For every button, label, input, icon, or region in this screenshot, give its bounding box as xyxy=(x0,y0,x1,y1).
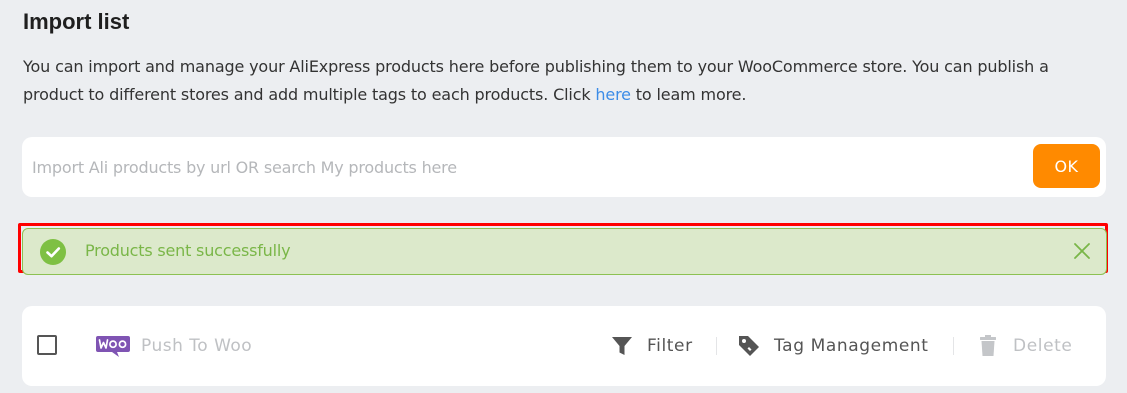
alert-message: Products sent successfully xyxy=(85,241,291,260)
delete-button[interactable]: Delete xyxy=(978,332,1072,360)
search-bar: OK xyxy=(22,137,1106,197)
tag-icon xyxy=(739,336,759,356)
push-to-woo-label: Push To Woo xyxy=(141,336,253,356)
filter-button[interactable]: Filter xyxy=(611,332,693,360)
delete-label: Delete xyxy=(1013,336,1073,356)
description-text-end: to leam more. xyxy=(630,85,747,104)
close-icon[interactable] xyxy=(1073,242,1091,260)
bulk-actions-toolbar: Push To Woo Filter Tag Management Delete xyxy=(22,306,1106,386)
page-description: You can import and manage your AliExpres… xyxy=(23,53,1113,109)
tag-management-label: Tag Management xyxy=(774,336,929,356)
woo-logo-icon xyxy=(96,336,130,357)
trash-icon xyxy=(980,335,996,356)
description-text: You can import and manage your AliExpres… xyxy=(23,57,1049,104)
toolbar-divider xyxy=(953,337,954,355)
search-input[interactable] xyxy=(30,147,1024,187)
push-to-woo-button[interactable]: Push To Woo xyxy=(95,332,252,360)
funnel-icon xyxy=(612,337,632,355)
filter-label: Filter xyxy=(647,336,693,356)
select-all-checkbox[interactable] xyxy=(37,335,57,355)
page-title: Import list xyxy=(23,9,130,34)
toolbar-divider xyxy=(716,337,717,355)
tag-management-button[interactable]: Tag Management xyxy=(737,332,929,360)
check-circle-icon xyxy=(40,239,66,265)
learn-more-link[interactable]: here xyxy=(595,85,631,104)
ok-button[interactable]: OK xyxy=(1033,144,1100,188)
success-alert: Products sent successfully xyxy=(22,228,1107,275)
